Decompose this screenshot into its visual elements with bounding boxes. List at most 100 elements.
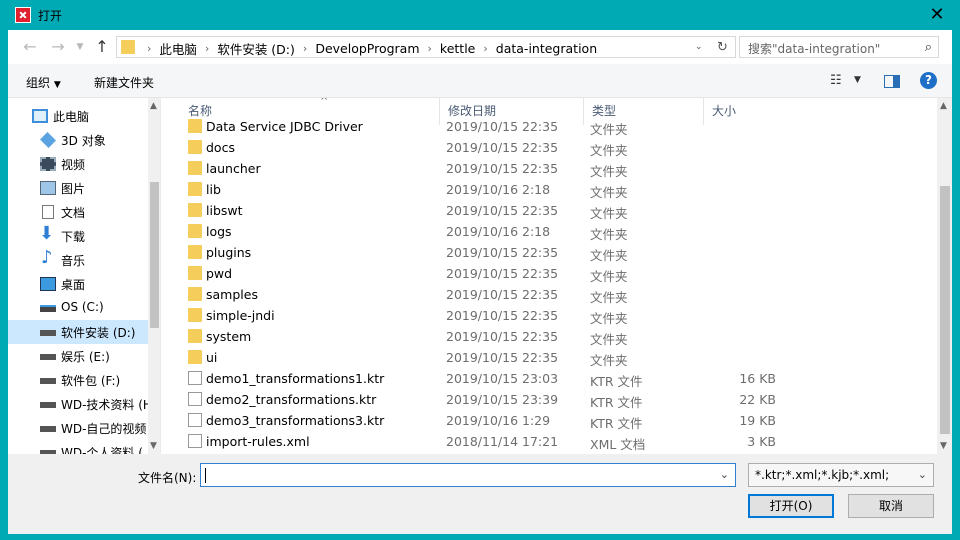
breadcrumb-chevron-icon[interactable]: › (303, 42, 307, 55)
table-row[interactable]: demo1_transformations1.ktr 2019/10/15 23:… (180, 368, 936, 389)
sidebar-item-pictures[interactable]: 图片 (8, 176, 148, 200)
sidebar-item-music[interactable]: ♪ 音乐 (8, 248, 148, 272)
breadcrumb-item-drive-d[interactable]: 软件安装 (D:) (217, 39, 295, 58)
scroll-down-icon[interactable]: ▼ (940, 441, 947, 451)
file-list-scrollbar[interactable]: ▲ ▼ (937, 98, 952, 454)
open-button[interactable]: 打开(O) (748, 494, 834, 518)
view-chevron-down-icon[interactable]: ▼ (854, 75, 861, 85)
table-row[interactable]: ui 2019/10/15 22:35 文件夹 (180, 347, 936, 368)
table-row[interactable]: simple-jndi 2019/10/15 22:35 文件夹 (180, 305, 936, 326)
sidebar-item-videos[interactable]: 视频 (8, 152, 148, 176)
sidebar-item-drive-h[interactable]: WD-技术资料 (H (8, 392, 152, 416)
table-row[interactable]: lib 2019/10/16 2:18 文件夹 (180, 179, 936, 200)
drive-icon (40, 354, 56, 360)
file-size: 22 KB (739, 392, 776, 407)
organize-label: 组织 (26, 76, 51, 90)
table-row[interactable]: demo3_transformations3.ktr 2019/10/16 1:2… (180, 410, 936, 431)
navigation-pane: 此电脑 3D 对象 视频 图片 文档 ⬇ 下载 ♪ 音乐 桌面 OS (C:) … (8, 98, 161, 454)
sidebar-item-desktop[interactable]: 桌面 (8, 272, 148, 296)
file-type-select[interactable]: *.ktr;*.xml;*.kjb;*.xml; ⌄ (748, 463, 934, 487)
dialog-footer: 文件名(N): ⌄ *.ktr;*.xml;*.kjb;*.xml; ⌄ 打开(… (8, 454, 952, 534)
table-row[interactable]: demo2_transformations.ktr 2019/10/15 23:3… (180, 389, 936, 410)
breadcrumb-chevron-icon[interactable]: › (428, 42, 432, 55)
file-modified-date: 2019/10/15 22:35 (446, 119, 559, 134)
help-icon[interactable]: ? (920, 72, 937, 89)
scroll-down-icon[interactable]: ▼ (150, 441, 157, 451)
table-row[interactable]: logs 2019/10/16 2:18 文件夹 (180, 221, 936, 242)
recent-locations-button[interactable]: ▼ (70, 38, 90, 56)
filename-history-chevron-icon[interactable]: ⌄ (720, 468, 729, 481)
organize-button[interactable]: 组织 ▼ (26, 74, 61, 91)
table-row[interactable]: plugins 2019/10/15 22:35 文件夹 (180, 242, 936, 263)
file-name: pwd (206, 266, 233, 281)
scroll-up-icon[interactable]: ▲ (150, 101, 157, 111)
sidebar-scrollbar[interactable]: ▲ ▼ (148, 98, 160, 454)
sidebar-item-label: 音乐 (61, 254, 86, 268)
breadcrumb-item-developprogram[interactable]: DevelopProgram (315, 41, 419, 56)
filename-input[interactable]: ⌄ (200, 463, 736, 487)
sidebar-item-wd-personal[interactable]: WD-个人资料 ( (8, 440, 148, 454)
sidebar-item-wd-videos[interactable]: WD-自己的视频 (8, 416, 148, 440)
cancel-button[interactable]: 取消 (848, 494, 934, 518)
sidebar-item-drive-d[interactable]: 软件安装 (D:) (8, 320, 148, 344)
sidebar-item-documents[interactable]: 文档 (8, 200, 148, 224)
breadcrumb-item-data-integration[interactable]: data-integration (496, 41, 597, 56)
search-input[interactable]: 搜索"data-integration" (748, 40, 880, 57)
sidebar-scroll-thumb[interactable] (150, 182, 159, 328)
refresh-icon[interactable]: ↻ (717, 40, 728, 55)
breadcrumb-chevron-icon[interactable]: › (483, 42, 487, 55)
file-name: simple-jndi (206, 308, 275, 323)
file-modified-date: 2019/10/15 22:35 (446, 245, 559, 260)
drive-icon (40, 330, 56, 336)
drive-icon (40, 378, 56, 384)
address-box[interactable]: › 此电脑 › 软件安装 (D:) › DevelopProgram › ket… (116, 36, 736, 58)
table-row[interactable]: docs 2019/10/15 22:35 文件夹 (180, 137, 936, 158)
table-row[interactable]: Data Service JDBC Driver 2019/10/15 22:35… (180, 116, 936, 137)
file-type: 文件夹 (590, 290, 628, 305)
window-title: 打开 (38, 9, 63, 23)
file-name: Data Service JDBC Driver (206, 119, 363, 134)
up-button[interactable]: ↑ (92, 38, 112, 56)
forward-button[interactable]: → (48, 38, 68, 56)
title-bar: 打开 ✕ (0, 0, 960, 30)
breadcrumb-item-kettle[interactable]: kettle (440, 41, 475, 56)
file-modified-date: 2019/10/15 22:35 (446, 350, 559, 365)
video-icon (40, 157, 56, 171)
folder-icon (188, 224, 202, 238)
filename-label: 文件名(N): (138, 471, 197, 485)
breadcrumb-item-this-pc[interactable]: 此电脑 (159, 39, 197, 58)
file-list-scroll-thumb[interactable] (940, 186, 950, 434)
sidebar-item-this-pc[interactable]: 此电脑 (8, 104, 148, 128)
sidebar-item-drive-f[interactable]: 软件包 (F:) (8, 368, 148, 392)
sidebar-item-3d-objects[interactable]: 3D 对象 (8, 128, 148, 152)
view-options-icon[interactable]: ☷ (830, 73, 842, 88)
sidebar-item-downloads[interactable]: ⬇ 下载 (8, 224, 148, 248)
table-row[interactable]: pwd 2019/10/15 22:35 文件夹 (180, 263, 936, 284)
sidebar-item-label: OS (C:) (61, 300, 104, 314)
sidebar-item-drive-c[interactable]: OS (C:) (8, 296, 148, 320)
preview-pane-icon[interactable] (884, 75, 900, 88)
folder-icon (188, 350, 202, 364)
folder-icon (188, 161, 202, 175)
sidebar-item-drive-e[interactable]: 娱乐 (E:) (8, 344, 148, 368)
scroll-up-icon[interactable]: ▲ (940, 101, 947, 111)
sidebar-item-label: WD-自己的视频 (61, 422, 147, 436)
text-caret (205, 468, 206, 483)
computer-icon (32, 109, 48, 123)
breadcrumb-chevron-icon[interactable]: › (205, 42, 209, 55)
address-bar-row: ← → ▼ ↑ › 此电脑 › 软件安装 (D:) › DevelopProgr… (8, 30, 952, 64)
table-row[interactable]: import-rules.xml 2018/11/14 17:21 XML 文档 3 … (180, 431, 936, 452)
chevron-down-icon: ▼ (76, 42, 84, 52)
back-button[interactable]: ← (20, 38, 40, 56)
arrow-up-icon: ↑ (95, 37, 109, 56)
file-icon (188, 413, 202, 427)
table-row[interactable]: samples 2019/10/15 22:35 文件夹 (180, 284, 936, 305)
sidebar-item-label: 软件包 (F:) (61, 374, 121, 388)
table-row[interactable]: system 2019/10/15 22:35 文件夹 (180, 326, 936, 347)
new-folder-button[interactable]: 新建文件夹 (94, 74, 154, 91)
table-row[interactable]: launcher 2019/10/15 22:35 文件夹 (180, 158, 936, 179)
table-row[interactable]: libswt 2019/10/15 22:35 文件夹 (180, 200, 936, 221)
close-button[interactable]: ✕ (914, 0, 960, 30)
address-history-chevron-icon[interactable]: ⌄ (695, 42, 703, 52)
search-box[interactable]: 搜索"data-integration" ⌕ (739, 36, 939, 58)
